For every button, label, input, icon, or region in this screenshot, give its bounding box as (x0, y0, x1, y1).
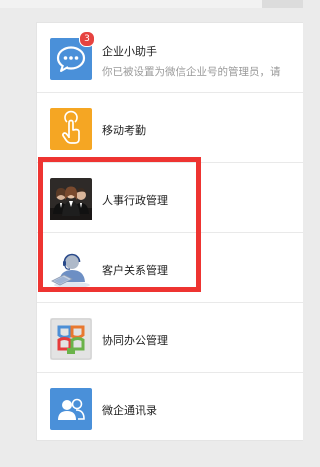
app-item-mobile-attendance[interactable]: 移动考勤 (37, 93, 303, 163)
app-description: 你已被设置为微信企业号的管理员，请 (102, 66, 281, 78)
app-title: 微企通讯录 (102, 404, 157, 417)
app-title: 企业小助手 (102, 45, 157, 58)
customer-service-icon (50, 248, 92, 290)
app-title: 协同办公管理 (102, 334, 168, 347)
app-item-collaboration[interactable]: 协同办公管理 (37, 303, 303, 373)
app-list: 3 企业小助手 你已被设置为微信企业号的管理员，请 移动考勤 人事行政管理 客户… (36, 22, 303, 441)
app-item-crm[interactable]: 客户关系管理 (37, 233, 303, 303)
app-item-hr-admin[interactable]: 人事行政管理 (37, 163, 303, 233)
app-item-enterprise-assistant[interactable]: 3 企业小助手 你已被设置为微信企业号的管理员，请 (37, 23, 303, 93)
app-title: 移动考勤 (102, 124, 146, 137)
app-title: 人事行政管理 (102, 194, 168, 207)
business-people-icon (50, 178, 92, 220)
touch-hand-icon (50, 108, 92, 150)
app-title: 客户关系管理 (102, 264, 168, 277)
collaboration-icon (50, 318, 92, 360)
top-strip (0, 0, 303, 8)
contacts-icon (50, 388, 92, 430)
unread-badge: 3 (79, 31, 95, 47)
app-item-contacts[interactable]: 微企通讯录 (37, 373, 303, 443)
top-strip-scroll-area (262, 0, 303, 8)
